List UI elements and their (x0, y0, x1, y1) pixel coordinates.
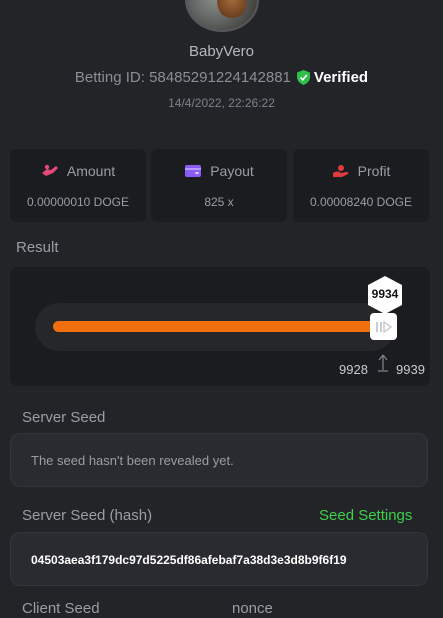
payout-card: Payout 825 x (151, 149, 287, 222)
server-seed-label: Server Seed (22, 409, 106, 426)
shield-check-icon (296, 70, 310, 85)
server-seed-value: The seed hasn't been revealed yet. (31, 453, 234, 468)
range-marker-low: 9928 (339, 362, 368, 377)
wallet-icon (185, 165, 202, 177)
payout-value: 825 x (204, 195, 234, 209)
profit-card: Profit 0.00008240 DOGE (293, 149, 429, 222)
range-marker-high: 9939 (396, 362, 425, 377)
arrow-up-icon (378, 354, 388, 372)
amount-card: Amount 0.00000010 DOGE (10, 149, 146, 222)
profit-label: Profit (357, 163, 391, 179)
server-seed-hash-label: Server Seed (hash) (22, 507, 153, 524)
profit-value: 0.00008240 DOGE (309, 195, 413, 209)
verified-badge: Verified (296, 69, 369, 86)
seed-settings-link[interactable]: Seed Settings (319, 507, 412, 524)
verified-label: Verified (313, 69, 369, 86)
hand-coin-icon (332, 165, 349, 177)
slider-grip-icon (375, 320, 392, 333)
server-seed-hash-value: 04503aea3f179dc97d5225df86afebaf7a38d3e3… (31, 553, 347, 567)
payout-label: Payout (210, 163, 254, 179)
result-fill (53, 321, 378, 332)
amount-label: Amount (66, 163, 116, 179)
bet-timestamp: 14/4/2022, 22:26:22 (168, 96, 275, 110)
result-label: Result (16, 239, 59, 256)
coins-icon (41, 164, 58, 176)
server-seed-hash-field[interactable]: 04503aea3f179dc97d5225df86afebaf7a38d3e3… (10, 532, 428, 586)
betting-id: Betting ID: 58485291224142881 (74, 69, 291, 86)
client-seed-label: Client Seed (22, 600, 100, 617)
username: BabyVero (188, 43, 255, 60)
result-slider-handle[interactable] (370, 313, 397, 340)
betting-id-row: Betting ID: 58485291224142881 Verified (0, 69, 443, 86)
avatar (185, 0, 259, 32)
result-value: 9934 (371, 287, 399, 301)
server-seed-field: The seed hasn't been revealed yet. (10, 433, 428, 487)
nonce-label: nonce (232, 600, 273, 617)
amount-value: 0.00000010 DOGE (26, 195, 130, 209)
